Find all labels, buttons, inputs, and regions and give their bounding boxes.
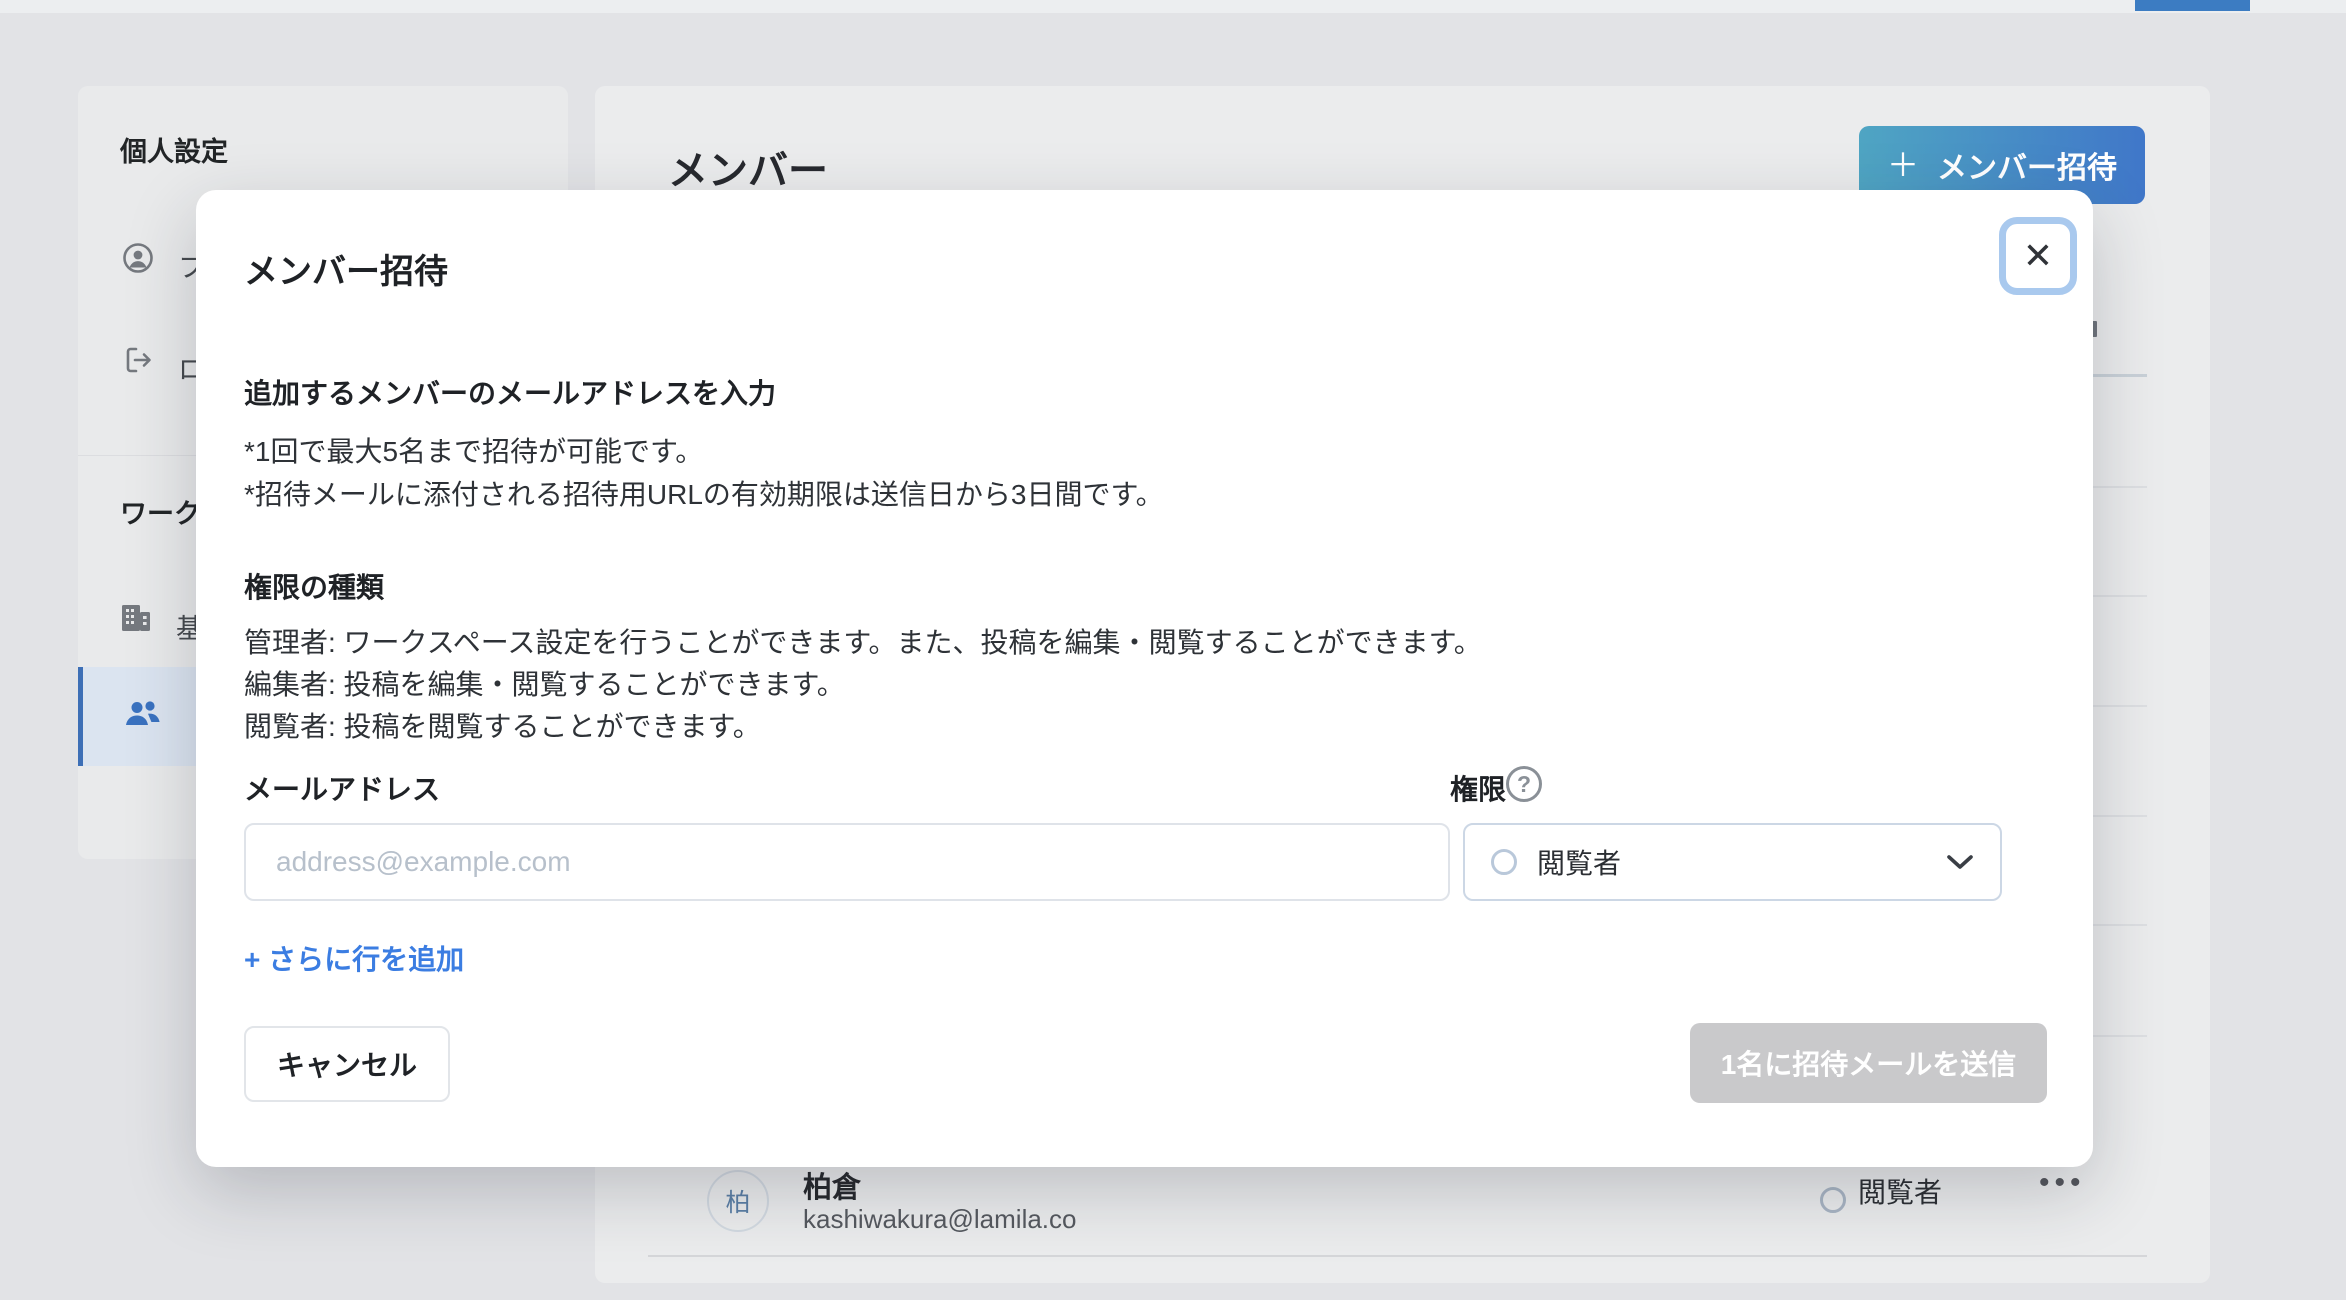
invite-member-modal: メンバー招待 ✕ 追加するメンバーのメールアドレスを入力 *1回で最大5名まで招… xyxy=(196,190,2093,1167)
modal-title: メンバー招待 xyxy=(244,244,448,293)
note-url-expiry: *招待メールに添付される招待用URLの有効期限は送信日から3日間です。 xyxy=(244,473,1164,513)
top-strip xyxy=(0,0,2346,13)
add-row-link[interactable]: + さらに行を追加 xyxy=(244,938,464,978)
help-icon-glyph: ? xyxy=(1517,771,1531,798)
permission-field-label: 権限 xyxy=(1450,768,1506,808)
permission-descriptions: 管理者: ワークスペース設定を行うことができます。また、投稿を編集・閲覧すること… xyxy=(244,622,1482,748)
permission-desc-admin: 管理者: ワークスペース設定を行うことができます。また、投稿を編集・閲覧すること… xyxy=(244,622,1482,664)
email-field-label: メールアドレス xyxy=(244,768,440,808)
sidebar-selected-accent xyxy=(78,667,83,766)
permission-types-heading: 権限の種類 xyxy=(244,566,384,606)
close-icon: ✕ xyxy=(2023,235,2053,277)
avatar: 柏 xyxy=(707,1170,769,1232)
row-divider xyxy=(648,1255,2147,1257)
logout-icon xyxy=(122,344,154,376)
note-max-invites: *1回で最大5名まで招待が可能です。 xyxy=(244,430,703,470)
member-name: 柏倉 xyxy=(803,1164,861,1206)
avatar-initial: 柏 xyxy=(725,1183,750,1219)
member-email: kashiwakura@lamila.co xyxy=(803,1204,1077,1235)
people-icon xyxy=(123,698,155,730)
page-title: メンバー xyxy=(668,138,828,196)
member-overflow-menu[interactable]: ••• xyxy=(2039,1166,2086,1200)
user-circle-icon xyxy=(122,242,154,274)
send-invite-button[interactable]: 1名に招待メールを送信 xyxy=(1690,1023,2047,1103)
building-icon xyxy=(119,602,151,634)
plus-icon: ＋ xyxy=(1887,149,1919,181)
invite-member-button-label: メンバー招待 xyxy=(1937,143,2117,187)
personal-settings-section-title: 個人設定 xyxy=(120,130,228,169)
cancel-button[interactable]: キャンセル xyxy=(244,1026,450,1102)
help-icon[interactable]: ? xyxy=(1506,766,1542,802)
chevron-down-icon xyxy=(1946,853,1974,871)
role-select[interactable]: 閲覧者 xyxy=(1463,823,2002,901)
workspace-settings-section-title: ワーク xyxy=(120,492,201,531)
member-role-label: 閲覧者 xyxy=(1858,1171,1942,1211)
member-role-radio[interactable] xyxy=(1820,1187,1846,1213)
permission-desc-viewer: 閲覧者: 投稿を閲覧することができます。 xyxy=(244,706,1482,748)
permission-desc-editor: 編集者: 投稿を編集・閲覧することができます。 xyxy=(244,664,1482,706)
role-radio-icon xyxy=(1491,849,1517,875)
role-selected-value: 閲覧者 xyxy=(1537,842,1946,882)
active-tab-indicator xyxy=(2135,0,2250,11)
email-section-heading: 追加するメンバーのメールアドレスを入力 xyxy=(244,372,776,412)
email-input[interactable] xyxy=(244,823,1450,901)
close-button[interactable]: ✕ xyxy=(1999,217,2077,295)
